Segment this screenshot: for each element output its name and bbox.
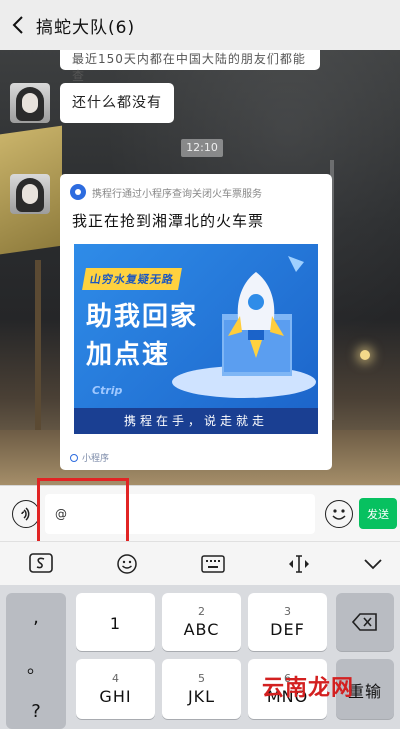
smiley-icon xyxy=(117,554,137,574)
message-input-bar: 发送 xyxy=(0,485,400,541)
app-logo-icon xyxy=(70,184,86,200)
backspace-key[interactable] xyxy=(336,593,394,651)
key-ghi[interactable]: 4 GHI xyxy=(76,659,155,719)
card-title: 我正在抢到湘潭北的火车票 xyxy=(72,212,265,230)
keyboard-toolbar xyxy=(0,541,400,585)
banner-subheadline: 加点速 xyxy=(86,340,171,370)
banner-headline: 助我回家 xyxy=(86,302,199,332)
mini-program-card[interactable]: 携程行通过小程序查询关闭火车票服务 我正在抢到湘潭北的火车票 Ctrip 山穷水… xyxy=(60,174,332,470)
smiley-icon xyxy=(332,509,346,520)
chevron-down-icon xyxy=(364,559,382,570)
card-footer: 小程序 xyxy=(70,451,109,464)
key-def[interactable]: 3 DEF xyxy=(248,593,327,651)
voice-button[interactable] xyxy=(12,500,40,528)
backspace-icon xyxy=(352,613,377,631)
sogou-logo-button[interactable] xyxy=(26,550,56,578)
key-abc[interactable]: 2 ABC xyxy=(162,593,241,651)
svg-text:Ctrip: Ctrip xyxy=(92,384,123,397)
text-cursor-icon xyxy=(289,555,309,573)
banner-tag: 山穷水复疑无路 xyxy=(82,268,182,290)
message-bubble[interactable]: 最近150天内都在中国大陆的朋友们都能查 xyxy=(60,50,320,83)
site-watermark: 云南龙网 xyxy=(262,676,355,701)
keyboard-icon xyxy=(201,555,225,573)
punct-key-period[interactable]: 。 xyxy=(6,653,66,679)
message-timestamp: 12:10 xyxy=(181,139,223,157)
chevron-left-icon xyxy=(12,16,23,34)
avatar[interactable] xyxy=(10,174,50,214)
key-1[interactable]: 1 xyxy=(76,593,155,651)
cursor-move-button[interactable] xyxy=(284,550,314,578)
emoji-panel-button[interactable] xyxy=(112,550,142,578)
voice-icon xyxy=(21,507,30,521)
chat-area[interactable]: 最近150天内都在中国大陆的朋友们都能查 还什么都没有 12:10 携程行通过小… xyxy=(0,50,400,485)
send-button[interactable]: 发送 xyxy=(359,498,397,529)
banner-slogan: 携程在手，说走就走 xyxy=(74,408,318,434)
mini-program-icon xyxy=(70,453,78,462)
t9-keyboard: , 。 ? 1 2 ABC 3 DEF 4 GHI 5 JKL 6 MNO 重输 xyxy=(0,585,400,729)
punct-key-question[interactable]: ? xyxy=(6,701,66,722)
card-banner-image: Ctrip 山穷水复疑无路 助我回家 加点速 携程在手，说走就走 xyxy=(74,244,318,434)
chat-title: 搞蛇大队(6) xyxy=(36,17,136,38)
card-source: 携程行通过小程序查询关闭火车票服务 xyxy=(92,188,262,200)
sogou-icon xyxy=(29,553,53,573)
back-button[interactable] xyxy=(0,0,36,50)
punctuation-column[interactable]: , 。 ? xyxy=(6,593,66,729)
avatar[interactable] xyxy=(10,83,50,123)
chat-header: 搞蛇大队(6) xyxy=(0,0,400,50)
message-input[interactable] xyxy=(45,494,315,534)
collapse-keyboard-button[interactable] xyxy=(358,550,388,578)
message-bubble[interactable]: 还什么都没有 xyxy=(60,83,174,123)
punct-key-comma[interactable]: , xyxy=(6,607,66,628)
emoji-button[interactable] xyxy=(325,500,353,528)
key-jkl[interactable]: 5 JKL xyxy=(162,659,241,719)
keyboard-switch-button[interactable] xyxy=(198,550,228,578)
